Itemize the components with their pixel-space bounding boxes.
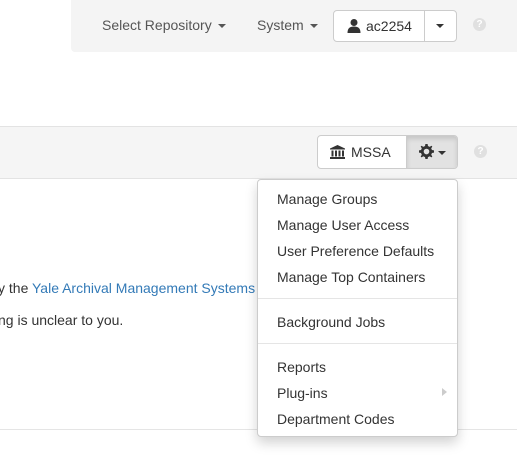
user-icon (347, 19, 361, 33)
caret-down-icon (436, 24, 444, 28)
yale-archival-link[interactable]: Yale Archival Management Systems (32, 280, 255, 296)
menu-item-user-preference-defaults[interactable]: User Preference Defaults (277, 242, 434, 260)
select-repository-menu[interactable]: Select Repository (102, 17, 226, 33)
menu-item-department-codes[interactable]: Department Codes (277, 410, 395, 428)
username: ac2254 (366, 18, 412, 34)
repository-toolbar: MSSA ? (0, 126, 517, 179)
user-button[interactable]: ac2254 (334, 11, 425, 41)
system-menu[interactable]: System (257, 17, 318, 33)
gear-icon (419, 144, 434, 159)
settings-dropdown-menu: Manage Groups Manage User Access User Pr… (257, 179, 458, 437)
welcome-line-1: y the Yale Archival Management Systems (0, 280, 255, 296)
bank-icon (330, 145, 345, 159)
menu-item-plug-ins[interactable]: Plug-ins (277, 384, 328, 402)
help-icon[interactable]: ? (473, 18, 486, 31)
system-label: System (257, 17, 304, 33)
welcome-line-2: ng is unclear to you. (0, 312, 124, 328)
menu-item-manage-user-access[interactable]: Manage User Access (277, 216, 409, 234)
menu-divider (258, 298, 457, 299)
caret-down-icon (309, 24, 318, 29)
help-icon[interactable]: ? (474, 145, 487, 158)
repository-label: MSSA (351, 144, 391, 160)
repository-button[interactable]: MSSA (318, 136, 407, 168)
welcome-line-1-prefix: y the (0, 280, 32, 296)
select-repository-label: Select Repository (102, 17, 212, 33)
caret-down-icon (217, 24, 226, 29)
menu-item-background-jobs[interactable]: Background Jobs (277, 313, 385, 331)
top-navbar: Select Repository System ac2254 ? (71, 0, 517, 52)
menu-item-reports[interactable]: Reports (277, 358, 326, 376)
menu-divider (258, 343, 457, 344)
submenu-arrow-icon (442, 388, 447, 396)
caret-down-icon (438, 151, 446, 155)
settings-dropdown-toggle[interactable] (407, 136, 457, 168)
user-menu-group: ac2254 (333, 10, 457, 42)
repository-button-group: MSSA (317, 135, 458, 169)
user-dropdown-toggle[interactable] (425, 11, 456, 41)
menu-item-manage-top-containers[interactable]: Manage Top Containers (277, 268, 425, 286)
menu-item-manage-groups[interactable]: Manage Groups (277, 190, 377, 208)
